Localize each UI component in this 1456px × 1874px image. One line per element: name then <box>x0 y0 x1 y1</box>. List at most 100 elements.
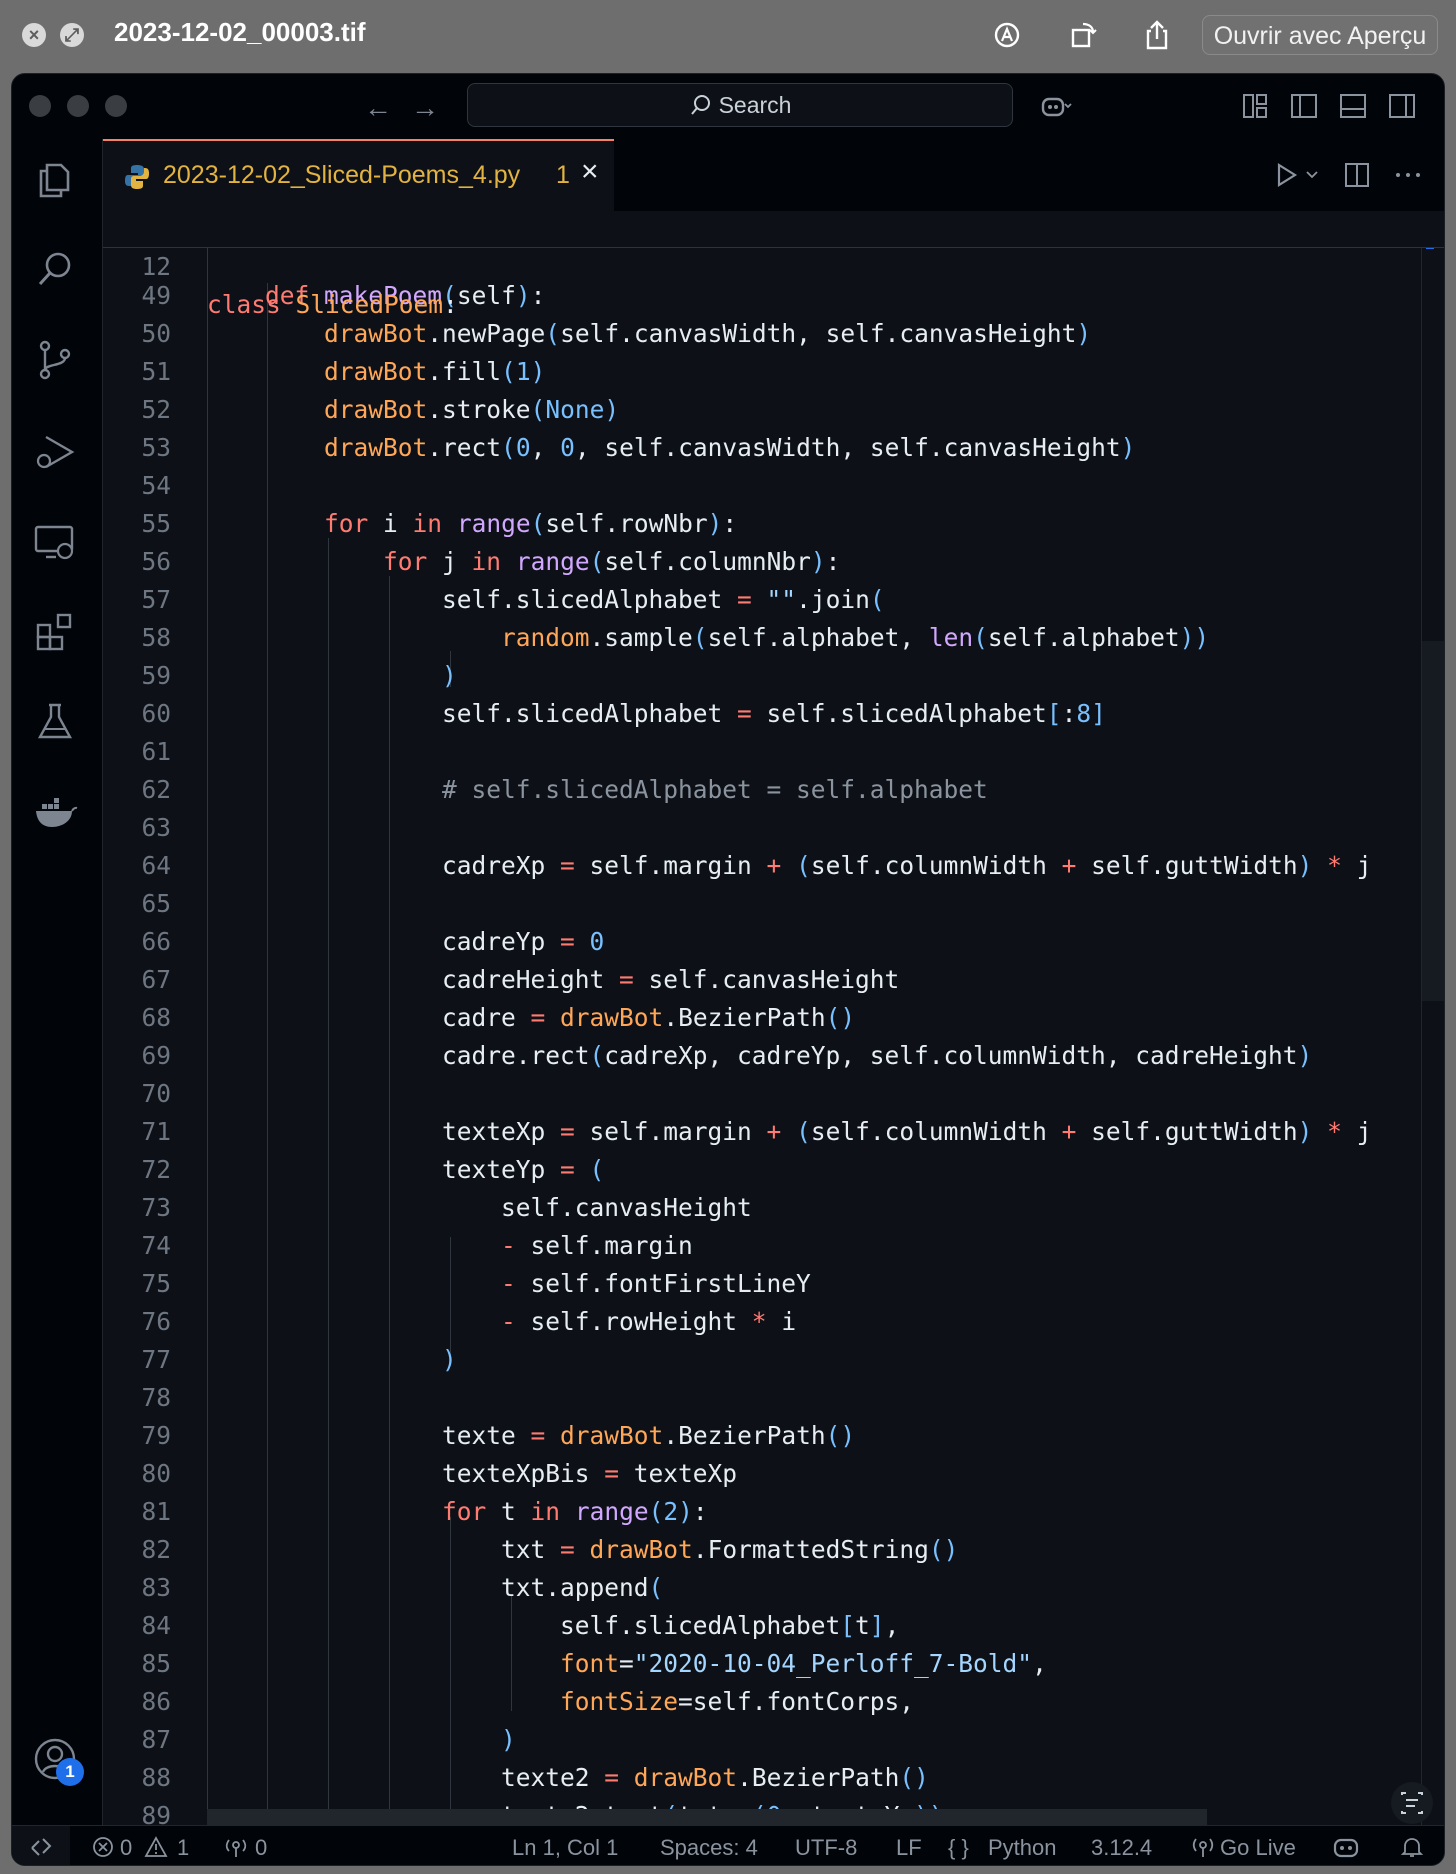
language-mode[interactable]: Python <box>988 1835 1057 1861</box>
source-control-icon[interactable] <box>32 337 78 383</box>
split-editor-icon[interactable] <box>1343 161 1371 189</box>
horizontal-scrollbar[interactable] <box>207 1809 1207 1825</box>
tab-problem-count: 1 <box>556 161 570 189</box>
code-line[interactable]: 53 drawBot.rect(0, 0, self.canvasWidth, … <box>103 429 1444 467</box>
code-line[interactable]: 85 font="2020-10-04_Perloff_7-Bold", <box>103 1645 1444 1683</box>
code-line[interactable]: 82 txt = drawBot.FormattedString() <box>103 1531 1444 1569</box>
more-actions-icon[interactable] <box>1393 161 1423 189</box>
encoding[interactable]: UTF-8 <box>795 1835 857 1861</box>
customize-layout-icon[interactable] <box>1241 92 1269 120</box>
code-line[interactable]: 80 texteXpBis = texteXp <box>103 1455 1444 1493</box>
code-line[interactable]: 63 <box>103 809 1444 847</box>
code-line[interactable]: 64 cadreXp = self.margin + (self.columnW… <box>103 847 1444 885</box>
close-tab-button[interactable]: × <box>581 155 599 189</box>
line-code: drawBot.rect(0, 0, self.canvasWidth, sel… <box>324 433 1136 462</box>
code-line[interactable]: 75 - self.fontFirstLineY <box>103 1265 1444 1303</box>
code-line[interactable]: 66 cadreYp = 0 <box>103 923 1444 961</box>
rotate-icon[interactable] <box>1066 18 1100 52</box>
code-line[interactable]: 88 texte2 = drawBot.BezierPath() <box>103 1759 1444 1797</box>
error-count[interactable]: 0 <box>120 1835 132 1861</box>
fullscreen-button[interactable]: ⤢ <box>60 23 84 47</box>
code-line[interactable]: 52 drawBot.stroke(None) <box>103 391 1444 429</box>
code-line[interactable]: 76 - self.rowHeight * i <box>103 1303 1444 1341</box>
explorer-icon[interactable] <box>32 156 78 202</box>
open-with-preview-button[interactable]: Ouvrir avec Aperçu <box>1202 15 1438 55</box>
testing-icon[interactable] <box>32 699 78 745</box>
code-line[interactable]: 83 txt.append( <box>103 1569 1444 1607</box>
code-line[interactable]: 72 texteYp = ( <box>103 1151 1444 1189</box>
code-line[interactable]: 79 texte = drawBot.BezierPath() <box>103 1417 1444 1455</box>
code-line[interactable]: 65 <box>103 885 1444 923</box>
code-line[interactable]: 78 <box>103 1379 1444 1417</box>
code-line[interactable]: 81 for t in range(2): <box>103 1493 1444 1531</box>
sticky-scroll[interactable]: 12 class SlicedPoem: <box>103 211 1444 319</box>
remote-explorer-icon[interactable] <box>32 519 78 565</box>
copilot-icon[interactable] <box>1040 92 1072 120</box>
code-line[interactable]: 51 drawBot.fill(1) <box>103 353 1444 391</box>
remote-indicator[interactable] <box>12 1826 70 1865</box>
toggle-primary-sidebar-icon[interactable] <box>1290 92 1318 120</box>
go-live-button[interactable]: Go Live <box>1220 1835 1296 1861</box>
code-line[interactable]: 62 # self.slicedAlphabet = self.alphabet <box>103 771 1444 809</box>
remote-icon <box>31 1838 52 1856</box>
run-python-icon[interactable] <box>1275 161 1319 189</box>
indentation[interactable]: Spaces: 4 <box>660 1835 758 1861</box>
error-icon[interactable] <box>92 1836 114 1858</box>
python-version[interactable]: 3.12.4 <box>1091 1835 1152 1861</box>
code-line[interactable]: 86 fontSize=self.fontCorps, <box>103 1683 1444 1721</box>
code-line[interactable]: 55 for i in range(self.rowNbr): <box>103 505 1444 543</box>
code-editor[interactable]: 12 class SlicedPoem: 48 49 def makePoem(… <box>103 211 1444 1825</box>
cursor-position[interactable]: Ln 1, Col 1 <box>512 1835 618 1861</box>
scrollbar-thumb[interactable] <box>1422 641 1444 1001</box>
code-line[interactable]: 54 <box>103 467 1444 505</box>
code-line[interactable]: 61 <box>103 733 1444 771</box>
code-line[interactable]: 87 ) <box>103 1721 1444 1759</box>
code-line[interactable]: 69 cadre.rect(cadreXp, cadreYp, self.col… <box>103 1037 1444 1075</box>
line-code: for t in range(2): <box>442 1497 708 1526</box>
code-line[interactable]: 73 self.canvasHeight <box>103 1189 1444 1227</box>
end-of-line[interactable]: LF <box>896 1835 922 1861</box>
code-line[interactable]: 57 self.slicedAlphabet = "".join( <box>103 581 1444 619</box>
markup-icon[interactable] <box>990 18 1024 52</box>
line-code: texte = drawBot.BezierPath() <box>147 1421 856 1450</box>
search-sidebar-icon[interactable] <box>32 247 78 293</box>
code-line[interactable]: 58 random.sample(self.alphabet, len(self… <box>103 619 1444 657</box>
maximize-window-button[interactable] <box>105 95 127 117</box>
code-line[interactable]: 59 ) <box>103 657 1444 695</box>
copilot-status-icon[interactable] <box>1332 1834 1360 1860</box>
search-icon <box>690 95 710 115</box>
notifications-bell-icon[interactable] <box>1400 1836 1424 1858</box>
code-line[interactable]: 70 <box>103 1075 1444 1113</box>
warning-icon[interactable] <box>144 1836 168 1858</box>
line-code: random.sample(self.alphabet, len(self.al… <box>501 623 1210 652</box>
extensions-icon[interactable] <box>32 609 78 655</box>
editor-scrollbar[interactable] <box>1421 211 1444 1825</box>
toggle-secondary-sidebar-icon[interactable] <box>1388 92 1416 120</box>
close-window-button[interactable] <box>29 95 51 117</box>
share-icon[interactable] <box>1140 18 1174 52</box>
minimize-window-button[interactable] <box>67 95 89 117</box>
code-line[interactable]: 84 self.slicedAlphabet[t], <box>103 1607 1444 1645</box>
docker-icon[interactable] <box>32 789 78 835</box>
code-line[interactable]: 77 ) <box>103 1341 1444 1379</box>
ports-count[interactable]: 0 <box>255 1835 267 1861</box>
command-center-search[interactable]: Search <box>467 83 1013 127</box>
code-line[interactable]: 60 self.slicedAlphabet = self.slicedAlph… <box>103 695 1444 733</box>
tab-sliced-poems[interactable]: 2023-12-02_Sliced-Poems_4.py 1 × <box>103 139 614 212</box>
warning-count[interactable]: 1 <box>177 1835 189 1861</box>
back-button[interactable]: ← <box>364 92 392 124</box>
forward-button[interactable]: → <box>411 92 439 124</box>
broadcast-icon <box>1192 1838 1214 1857</box>
close-preview-button[interactable]: × <box>22 23 46 47</box>
code-line[interactable]: 56 for j in range(self.columnNbr): <box>103 543 1444 581</box>
code-line[interactable]: 74 - self.margin <box>103 1227 1444 1265</box>
code-line[interactable]: 68 cadre = drawBot.BezierPath() <box>103 999 1444 1037</box>
activity-bar: 1 <box>12 139 103 1865</box>
code-line[interactable]: 67 cadreHeight = self.canvasHeight <box>103 961 1444 999</box>
run-and-debug-icon[interactable] <box>32 429 78 475</box>
toggle-panel-icon[interactable] <box>1339 92 1367 120</box>
chat-icon[interactable] <box>1390 1781 1434 1825</box>
code-line[interactable]: 71 texteXp = self.margin + (self.columnW… <box>103 1113 1444 1151</box>
ports-icon[interactable] <box>224 1836 248 1858</box>
